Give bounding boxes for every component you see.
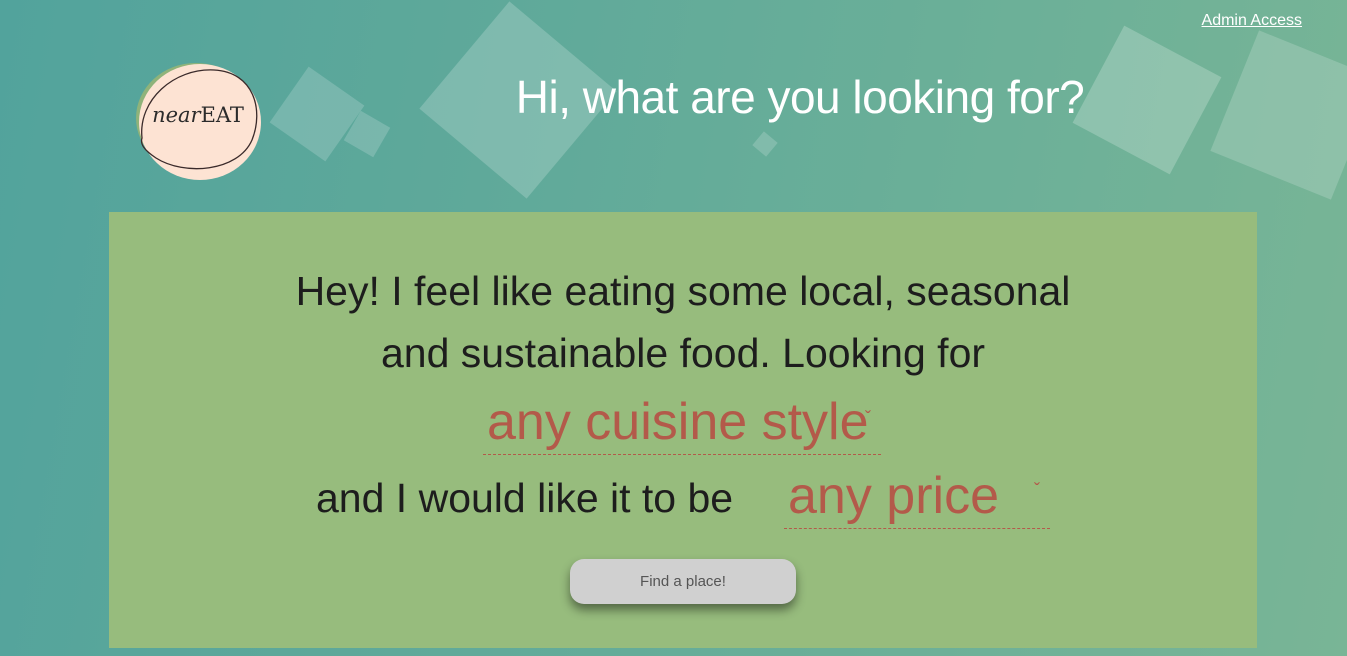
decorative-square: [1210, 30, 1347, 200]
logo-wordmark: nearEAT: [134, 103, 262, 127]
intro-line-2: and sustainable food. Looking for: [380, 330, 986, 376]
admin-access-link[interactable]: Admin Access: [1202, 12, 1302, 30]
price-prefix-text: and I would like it to be: [316, 475, 734, 521]
page-title: Hi, what are you looking for?: [515, 71, 1085, 123]
logo-eat: EAT: [200, 103, 244, 127]
search-intro: Hey! I feel like eating some local, seas…: [109, 260, 1257, 384]
cuisine-select-value: any cuisine style: [487, 393, 869, 451]
logo[interactable]: nearEAT: [134, 60, 262, 182]
intro-line-1: Hey! I feel like eating some local, seas…: [295, 268, 1071, 314]
decorative-square: [269, 66, 365, 162]
cuisine-select[interactable]: any cuisine style ˇ: [483, 392, 881, 455]
decorative-square: [752, 131, 778, 157]
price-select-value: any price: [788, 467, 999, 525]
logo-near: near: [152, 103, 201, 127]
price-select[interactable]: any price ˇ: [784, 466, 1050, 529]
chevron-down-icon: ˇ: [1034, 480, 1040, 500]
chevron-down-icon: ˇ: [865, 408, 871, 428]
find-place-button[interactable]: Find a place!: [570, 559, 796, 604]
